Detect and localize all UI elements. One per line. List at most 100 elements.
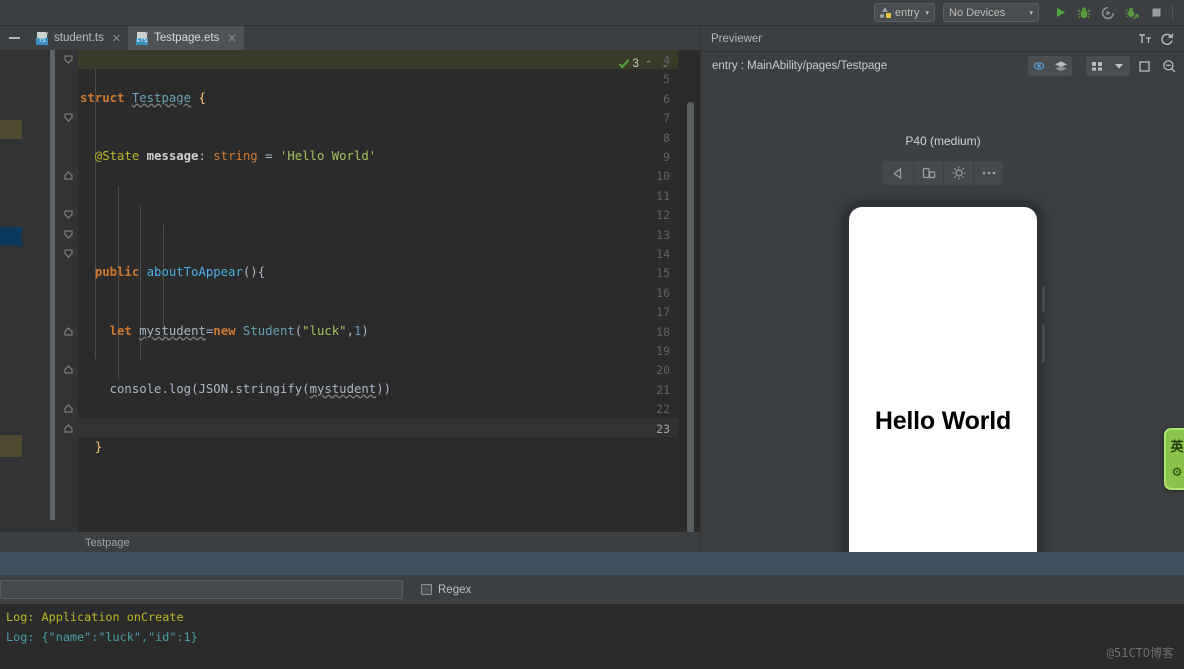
breadcrumb[interactable]: Testpage xyxy=(85,537,130,549)
tab-label: student.ts xyxy=(54,32,104,44)
change-marker xyxy=(0,120,22,139)
ime-mode-label[interactable]: 英 xyxy=(1170,440,1183,453)
editor-scroll-area[interactable]: 3 ⌃ ⌄ xyxy=(618,50,700,542)
previewer-subheader: entry : MainAbility/pages/Testpage xyxy=(701,52,1184,80)
fold-expand-icon[interactable] xyxy=(64,230,74,240)
chevron-down-icon: ▾ xyxy=(925,9,929,17)
log-output[interactable]: Log: Application onCreate Log: {"name":"… xyxy=(0,604,1184,669)
device-selector-label: No Devices xyxy=(949,6,1006,19)
device-selector[interactable]: No Devices ▾ xyxy=(943,3,1039,22)
change-marker xyxy=(0,435,22,457)
ime-floating-widget[interactable]: 英 ⚙ xyxy=(1164,428,1184,490)
fold-collapse-icon[interactable] xyxy=(64,404,74,414)
device-name-label: P40 (medium) xyxy=(905,134,981,148)
fit-frame-icon[interactable] xyxy=(1133,56,1155,76)
code-line: console.log(JSON.stringify(mystudent)) xyxy=(109,381,392,396)
stop-square-icon xyxy=(1152,8,1160,17)
fold-expand-icon[interactable] xyxy=(64,55,74,65)
run-button[interactable] xyxy=(1049,2,1071,24)
layers-icon[interactable] xyxy=(1050,56,1072,76)
log-entry: Log: Application onCreate xyxy=(6,610,184,624)
fold-expand-icon[interactable] xyxy=(64,210,74,220)
previewer-title: Previewer xyxy=(711,32,763,45)
code-line: @State message: string = 'Hello World' xyxy=(94,149,377,164)
change-marker xyxy=(0,227,22,246)
watermark: @51CTO博客 xyxy=(1106,645,1174,660)
inspector-eye-icon[interactable] xyxy=(1028,56,1050,76)
inspection-widget[interactable]: 3 ⌃ ⌄ xyxy=(618,58,673,70)
regex-label: Regex xyxy=(438,583,472,596)
chevron-down-icon: ▾ xyxy=(1029,9,1033,17)
code-line: } xyxy=(94,440,103,455)
debug-bug-icon xyxy=(1077,7,1091,18)
brightness-icon[interactable] xyxy=(943,161,973,185)
collapse-panel-button[interactable] xyxy=(0,26,28,50)
editor-breadcrumb-bar: Testpage xyxy=(0,532,700,553)
zoom-out-icon[interactable] xyxy=(1158,56,1180,76)
fold-collapse-icon[interactable] xyxy=(64,365,74,375)
device-preview-frame[interactable]: Hello World xyxy=(843,201,1045,575)
editor-scrollbar[interactable] xyxy=(687,102,694,542)
fold-collapse-icon[interactable] xyxy=(64,423,74,434)
code-line: let mystudent=new Student("luck",1) xyxy=(109,323,369,338)
fold-expand-icon[interactable] xyxy=(64,249,74,259)
log-toolbar: Regex xyxy=(0,575,1184,604)
previewer-panel: Previewer entry : MainAbility/pages/Test… xyxy=(700,26,1184,575)
typescript-file-icon: TS xyxy=(36,31,49,45)
close-icon[interactable]: ✕ xyxy=(112,32,121,45)
refresh-icon[interactable] xyxy=(1156,29,1178,49)
tab-student-ts[interactable]: TS student.ts ✕ xyxy=(28,26,128,50)
inspection-next-icon[interactable]: ⌄ xyxy=(658,59,672,70)
main-toolbar: entry ▾ No Devices ▾ xyxy=(0,0,1184,26)
regex-checkbox[interactable] xyxy=(421,584,432,595)
tab-label: Testpage.ets xyxy=(154,32,220,44)
code-line: struct Testpage { xyxy=(80,90,206,105)
multi-device-icon[interactable] xyxy=(1086,56,1108,76)
inspector-toggle-group[interactable] xyxy=(1028,56,1072,76)
coverage-icon xyxy=(1101,6,1115,19)
source-code[interactable]: struct Testpage { @State message: string… xyxy=(78,50,678,629)
log-panel-divider xyxy=(0,552,1184,575)
device-config-group[interactable] xyxy=(1086,56,1130,76)
code-line: public aboutToAppear(){ xyxy=(94,265,266,280)
ide-window: entry ▾ No Devices ▾ TS student.ts ✕ ETS… xyxy=(0,0,1184,669)
close-icon[interactable]: ✕ xyxy=(227,32,236,45)
module-selector[interactable]: entry ▾ xyxy=(874,3,935,22)
rotate-left-icon[interactable] xyxy=(883,161,913,185)
device-dropdown-caret[interactable] xyxy=(1108,56,1130,76)
fold-collapse-icon[interactable] xyxy=(64,326,74,337)
log-entry: Log: {"name":"luck","id":1} xyxy=(6,629,198,644)
device-side-button xyxy=(1042,286,1045,312)
orientation-icon[interactable] xyxy=(913,161,943,185)
module-selector-label: entry xyxy=(895,6,920,19)
regex-toggle[interactable]: Regex xyxy=(421,584,471,596)
run-triangle-icon xyxy=(1056,8,1065,17)
attach-debugger-button[interactable] xyxy=(1121,2,1143,24)
gutter-divider xyxy=(50,50,55,520)
device-control-toolbar[interactable] xyxy=(883,161,1003,185)
font-size-icon[interactable] xyxy=(1134,29,1156,49)
inspection-prev-icon[interactable]: ⌃ xyxy=(642,59,656,70)
stop-button[interactable] xyxy=(1145,2,1167,24)
device-side-button xyxy=(1042,323,1045,363)
debug-button[interactable] xyxy=(1073,2,1095,24)
run-coverage-button[interactable] xyxy=(1097,2,1119,24)
device-screen[interactable]: Hello World xyxy=(849,207,1037,569)
tab-testpage-ets[interactable]: ETS Testpage.ets ✕ xyxy=(128,26,244,50)
minus-icon xyxy=(8,37,20,39)
fold-expand-icon[interactable] xyxy=(64,113,74,123)
toolbar-divider xyxy=(1172,4,1173,21)
gear-icon[interactable]: ⚙ xyxy=(1172,466,1183,478)
fold-collapse-icon[interactable] xyxy=(64,171,74,181)
ets-file-icon: ETS xyxy=(136,31,149,45)
more-options-icon[interactable] xyxy=(973,161,1003,185)
previewer-stage: P40 (medium) Hello World xyxy=(701,81,1184,575)
preview-hello-world-text: Hello World xyxy=(874,407,1012,435)
editor-tab-bar: TS student.ts ✕ ETS Testpage.ets ✕ xyxy=(0,26,700,50)
log-search-input[interactable] xyxy=(0,580,403,599)
code-editor[interactable]: 4 5 6 7 8 9 10 11 12 13 14 15 16 17 18 19 20 21 22 23 struc… xyxy=(0,50,700,629)
inspection-count: 3 xyxy=(632,58,639,70)
editor-marker-strip[interactable] xyxy=(0,50,22,532)
